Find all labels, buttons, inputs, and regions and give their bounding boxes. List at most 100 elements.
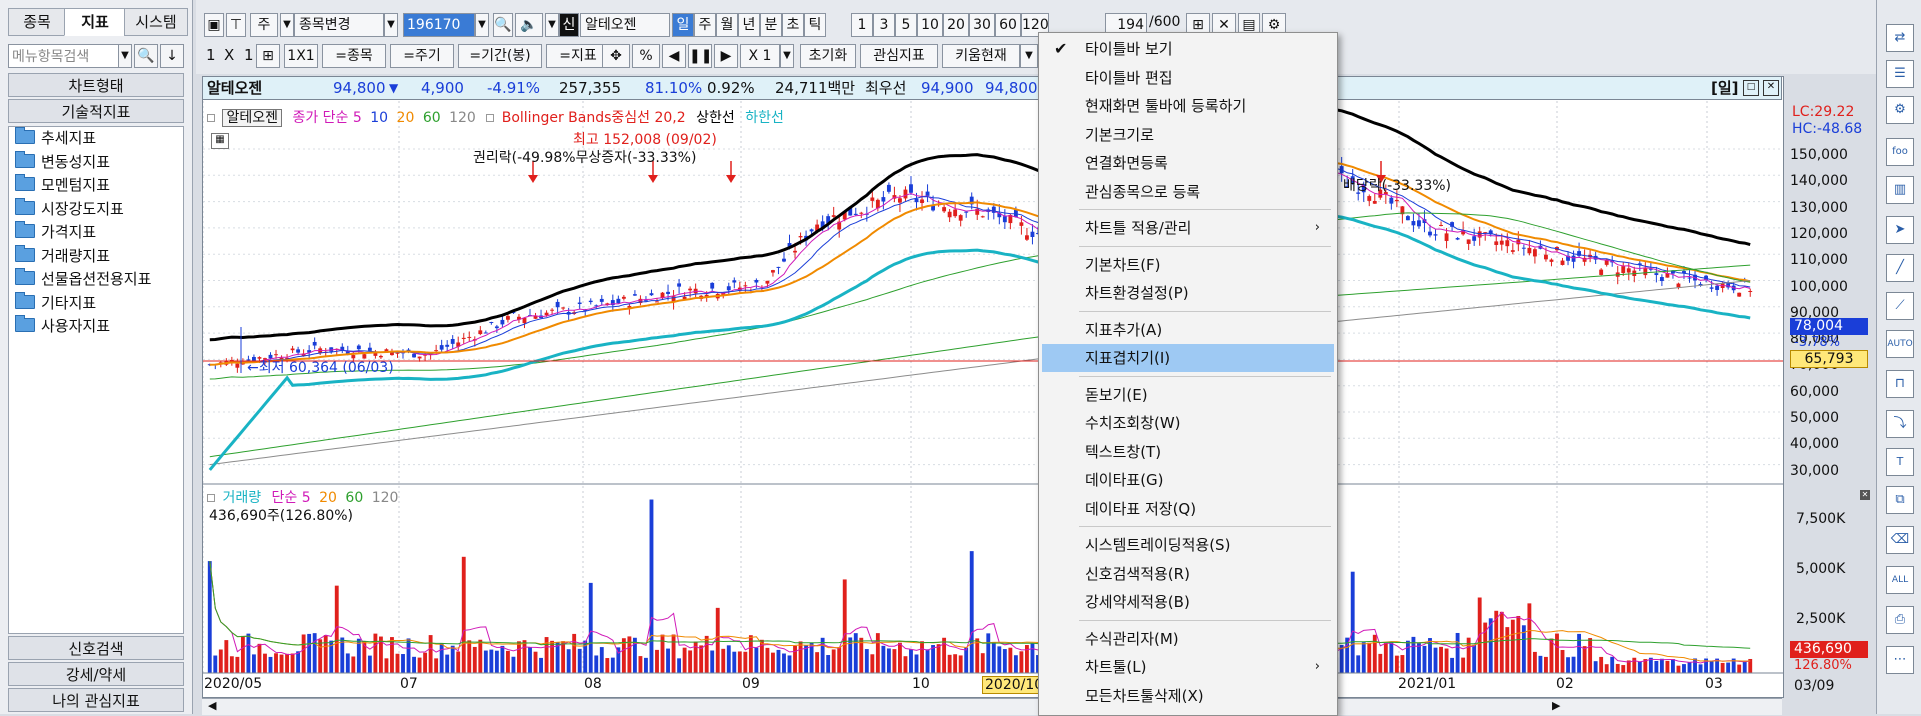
- tree-item-volume[interactable]: 거래량지표: [9, 244, 183, 269]
- menu-item[interactable]: 강세약세적용(B): [1042, 588, 1334, 616]
- download-arrow-icon[interactable]: ↓: [160, 44, 184, 68]
- interval-60[interactable]: 60: [995, 13, 1021, 37]
- legend-toggle-icon[interactable]: [486, 114, 495, 122]
- menu-search-input[interactable]: 메뉴항목검색: [8, 44, 128, 68]
- menu-item[interactable]: 텍스트창(T): [1042, 438, 1334, 466]
- code-dropdown-icon[interactable]: ▼: [475, 13, 489, 37]
- menu-item[interactable]: 기본차트(F): [1042, 251, 1334, 279]
- auto-trendline-icon[interactable]: AUTO: [1886, 330, 1914, 358]
- interval-30[interactable]: 30: [969, 13, 995, 37]
- stock-change-select[interactable]: 종목변경: [294, 13, 384, 37]
- chart-type-icon[interactable]: ▥: [1886, 176, 1914, 204]
- menu-item[interactable]: 기본크기로: [1042, 121, 1334, 149]
- pause-icon[interactable]: ❚❚: [688, 44, 712, 68]
- tree-item-user[interactable]: 사용자지표: [9, 315, 183, 339]
- menu-item[interactable]: 신호검색적용(R): [1042, 560, 1334, 588]
- legend-stock-tag[interactable]: 알테오젠: [222, 109, 282, 127]
- interval-20[interactable]: 20: [943, 13, 969, 37]
- menu-item[interactable]: 지표추가(A): [1042, 316, 1334, 344]
- market-select[interactable]: 주: [250, 13, 278, 37]
- table-icon[interactable]: ▦: [211, 133, 229, 149]
- menu-item[interactable]: 수식관리자(M): [1042, 625, 1334, 653]
- menu-item[interactable]: 차트환경설정(P): [1042, 279, 1334, 307]
- sync-range-button[interactable]: =기간(봉): [458, 44, 542, 68]
- period-minute[interactable]: 분: [760, 13, 782, 37]
- list-icon[interactable]: ☰: [1886, 60, 1914, 88]
- chart-canvas[interactable]: [203, 77, 1783, 697]
- split-layout-icon[interactable]: ⊞: [256, 44, 280, 68]
- more-icon[interactable]: ⋯: [1886, 646, 1914, 674]
- interval-10[interactable]: 10: [917, 13, 943, 37]
- candle-icon[interactable]: ⊓: [1886, 370, 1914, 398]
- signal-search-header[interactable]: 신호검색: [8, 636, 184, 660]
- technical-indicator-header[interactable]: 기술적지표: [8, 99, 184, 123]
- kiwoom-current-button[interactable]: 키움현재: [942, 44, 1020, 68]
- menu-item[interactable]: 수치조회창(W): [1042, 409, 1334, 437]
- scroll-left-icon[interactable]: ◀: [208, 699, 216, 712]
- line-draw-icon[interactable]: ⟋: [1886, 292, 1914, 320]
- sync-stock-button[interactable]: =종목: [322, 44, 386, 68]
- pin-icon[interactable]: ⊤: [226, 13, 246, 37]
- split-col-count[interactable]: 1: [244, 46, 254, 64]
- chart-area[interactable]: 알테오젠 종가 단순 5 10 20 60 120 Bollinger Band…: [202, 76, 1784, 698]
- interval-1[interactable]: 1: [851, 13, 873, 37]
- legend-toggle-icon[interactable]: [207, 114, 215, 122]
- menu-item[interactable]: 돋보기(E): [1042, 381, 1334, 409]
- tree-item-price[interactable]: 가격지표: [9, 221, 183, 245]
- chart-type-header[interactable]: 차트형태: [8, 73, 184, 97]
- layout-1x1-button[interactable]: 1X1: [284, 44, 318, 68]
- speaker-dropdown-icon[interactable]: ▼: [545, 13, 559, 37]
- interval-3[interactable]: 3: [873, 13, 895, 37]
- tree-item-volatility[interactable]: 변동성지표: [9, 150, 183, 175]
- tree-item-momentum[interactable]: 모멘텀지표: [9, 174, 183, 198]
- percent-toggle[interactable]: %: [632, 44, 660, 68]
- text-tool-icon[interactable]: T: [1886, 448, 1914, 476]
- eraser-icon[interactable]: ⌫: [1886, 526, 1914, 554]
- strength-header[interactable]: 강세/약세: [8, 662, 184, 686]
- menu-item[interactable]: 차트틀 적용/관리 ›: [1042, 214, 1334, 242]
- trendline-icon[interactable]: ╱: [1886, 254, 1914, 282]
- tree-item-trend[interactable]: 추세지표: [9, 127, 183, 151]
- tree-item-other[interactable]: 기타지표: [9, 291, 183, 316]
- stock-code-input[interactable]: 196170: [403, 13, 475, 37]
- speaker-icon[interactable]: 🔈: [515, 13, 543, 37]
- legend-toggle-icon[interactable]: [207, 494, 215, 502]
- stock-change-dropdown-icon[interactable]: ▼: [384, 13, 398, 37]
- menu-item[interactable]: 연결화면등록: [1042, 149, 1334, 177]
- market-dropdown-icon[interactable]: ▼: [280, 13, 294, 37]
- sync-icon[interactable]: ⇄: [1886, 24, 1914, 52]
- layout-icon[interactable]: ▣: [204, 13, 224, 37]
- formula-icon[interactable]: foo: [1886, 138, 1914, 166]
- period-tick[interactable]: 틱: [804, 13, 826, 37]
- period-month[interactable]: 월: [716, 13, 738, 37]
- settings-icon[interactable]: ⚙: [1886, 96, 1914, 124]
- menu-item[interactable]: 타이틀바 보기 ✔: [1042, 35, 1334, 63]
- close-icon[interactable]: ✕: [1763, 80, 1779, 96]
- kiwoom-dropdown-icon[interactable]: ▼: [1020, 44, 1038, 68]
- menu-item[interactable]: 관심종목으로 등록: [1042, 178, 1334, 206]
- period-year[interactable]: 년: [738, 13, 760, 37]
- menu-item[interactable]: 모든차트툴삭제(X): [1042, 682, 1334, 710]
- copy-icon[interactable]: ⧉: [1886, 486, 1914, 514]
- split-row-count[interactable]: 1: [206, 46, 216, 64]
- interval-5[interactable]: 5: [895, 13, 917, 37]
- maximize-icon[interactable]: □: [1743, 80, 1759, 96]
- cursor-icon[interactable]: ➤: [1886, 216, 1914, 244]
- horizontal-scrollbar[interactable]: ◀ ▶: [202, 698, 1782, 715]
- stock-name-field[interactable]: 알테오젠: [580, 13, 670, 37]
- menu-item[interactable]: 시스템트레이딩적용(S): [1042, 531, 1334, 559]
- multiplier-dropdown-icon[interactable]: ▼: [780, 44, 794, 68]
- tree-item-futures[interactable]: 선물옵션전용지표: [9, 268, 183, 292]
- period-week[interactable]: 주: [694, 13, 716, 37]
- search-icon[interactable]: 🔍: [493, 13, 513, 37]
- my-indicator-header[interactable]: 나의 관심지표: [8, 688, 184, 712]
- tab-system[interactable]: 시스템: [124, 8, 188, 36]
- tree-item-market-strength[interactable]: 시장강도지표: [9, 197, 183, 222]
- interest-indicator-button[interactable]: 관심지표: [860, 44, 938, 68]
- crosshair-icon[interactable]: ✥: [602, 44, 630, 68]
- sync-period-button[interactable]: =주기: [390, 44, 454, 68]
- menu-item[interactable]: 차트툴(L) ›: [1042, 653, 1334, 681]
- menu-item[interactable]: 현재화면 툴바에 등록하기: [1042, 92, 1334, 120]
- scroll-right-icon[interactable]: ▶: [714, 44, 738, 68]
- search-icon[interactable]: 🔍: [134, 44, 158, 68]
